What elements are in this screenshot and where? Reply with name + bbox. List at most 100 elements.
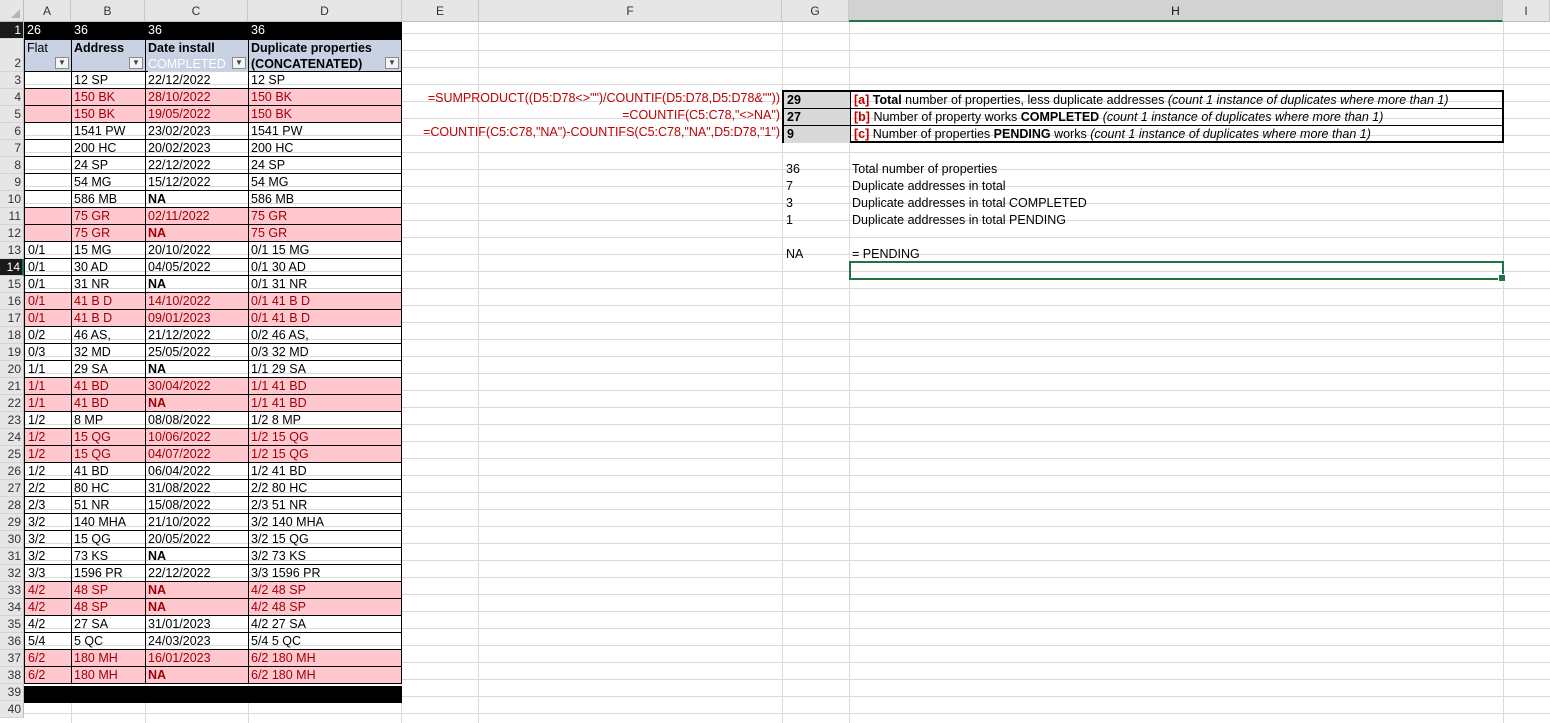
row-header[interactable]: 24	[0, 429, 24, 446]
cell-date[interactable]: 10/06/2022	[145, 429, 249, 446]
row-header[interactable]: 20	[0, 361, 24, 378]
cell-flat[interactable]: 3/2	[24, 548, 72, 565]
cell-date[interactable]: NA	[145, 191, 249, 208]
row-header[interactable]: 2	[0, 39, 24, 72]
cell-flat[interactable]: 1/1	[24, 395, 72, 412]
row-header[interactable]: 34	[0, 599, 24, 616]
cell-flat[interactable]: 4/2	[24, 599, 72, 616]
cell-date[interactable]: 04/07/2022	[145, 446, 249, 463]
cell-flat[interactable]	[24, 208, 72, 225]
cell-dup[interactable]: 0/1 15 MG	[248, 242, 402, 259]
select-all-corner[interactable]	[0, 0, 24, 22]
cell-date[interactable]: 20/05/2022	[145, 531, 249, 548]
cell-flat[interactable]	[24, 106, 72, 123]
row-header[interactable]: 19	[0, 344, 24, 361]
cell-address[interactable]: 30 AD	[71, 259, 146, 276]
summary-value-pending[interactable]: 9	[784, 126, 851, 143]
row-header[interactable]: 8	[0, 157, 24, 174]
count-c1[interactable]: 36	[145, 22, 162, 39]
cell-date[interactable]: 31/01/2023	[145, 616, 249, 633]
cell-dup[interactable]: 75 GR	[248, 225, 402, 242]
cell-dup[interactable]: 3/2 73 KS	[248, 548, 402, 565]
cell-dup[interactable]: 0/3 32 MD	[248, 344, 402, 361]
cell-dup[interactable]: 0/1 41 B D	[248, 293, 402, 310]
row-header[interactable]: 38	[0, 667, 24, 684]
cell-flat[interactable]: 5/4	[24, 633, 72, 650]
stat-label-total[interactable]: Total number of properties	[852, 161, 997, 178]
cell-address[interactable]: 15 QG	[71, 429, 146, 446]
stat-label-dup-total[interactable]: Duplicate addresses in total	[852, 178, 1006, 195]
cell-flat[interactable]: 2/3	[24, 497, 72, 514]
row-header[interactable]: 39	[0, 684, 24, 701]
cell-date[interactable]: 09/01/2023	[145, 310, 249, 327]
total-row-black[interactable]	[24, 686, 402, 703]
row-header[interactable]: 6	[0, 123, 24, 140]
cell-address[interactable]: 27 SA	[71, 616, 146, 633]
cell-address[interactable]: 41 BD	[71, 378, 146, 395]
cell-dup[interactable]: 2/3 51 NR	[248, 497, 402, 514]
cell-date[interactable]: 22/12/2022	[145, 72, 249, 89]
cell-date[interactable]: 15/08/2022	[145, 497, 249, 514]
cell-address[interactable]: 1541 PW	[71, 123, 146, 140]
header-duplicate-properties[interactable]: Duplicate properties (CONCATENATED) ▼	[248, 39, 402, 72]
row-header[interactable]: 23	[0, 412, 24, 429]
cell-dup[interactable]: 1/2 15 QG	[248, 429, 402, 446]
cell-address[interactable]: 5 QC	[71, 633, 146, 650]
cell-flat[interactable]	[24, 140, 72, 157]
cell-dup[interactable]: 4/2 48 SP	[248, 599, 402, 616]
cell-address[interactable]: 150 BK	[71, 106, 146, 123]
cell-dup[interactable]: 200 HC	[248, 140, 402, 157]
cell-address[interactable]: 54 MG	[71, 174, 146, 191]
cell-flat[interactable]: 0/1	[24, 310, 72, 327]
cell-dup[interactable]: 586 MB	[248, 191, 402, 208]
cell-address[interactable]: 200 HC	[71, 140, 146, 157]
cell-dup[interactable]: 6/2 180 MH	[248, 667, 402, 684]
header-address[interactable]: Address ▼	[71, 39, 146, 72]
cell-address[interactable]: 32 MD	[71, 344, 146, 361]
cell-address[interactable]: 8 MP	[71, 412, 146, 429]
count-a1[interactable]: 26	[24, 22, 41, 39]
cell-date[interactable]: 16/01/2023	[145, 650, 249, 667]
cell-flat[interactable]: 0/2	[24, 327, 72, 344]
cell-flat[interactable]: 3/2	[24, 531, 72, 548]
row-header[interactable]: 21	[0, 378, 24, 395]
column-header-e[interactable]: E	[402, 0, 479, 22]
cell-address[interactable]: 1596 PR	[71, 565, 146, 582]
summary-text-pending[interactable]: [c] Number of properties PENDING works (…	[851, 126, 1502, 143]
cell-date[interactable]: 31/08/2022	[145, 480, 249, 497]
cell-date[interactable]: NA	[145, 548, 249, 565]
filter-dropdown-icon[interactable]: ▼	[385, 57, 399, 69]
cell-date[interactable]: 30/04/2022	[145, 378, 249, 395]
cell-address[interactable]: 41 B D	[71, 293, 146, 310]
column-header-h[interactable]: H	[849, 0, 1503, 22]
cell-date[interactable]: 23/02/2023	[145, 123, 249, 140]
cell-date[interactable]: 15/12/2022	[145, 174, 249, 191]
stat-value-dup-completed[interactable]: 3	[786, 195, 793, 212]
cell-date[interactable]: 19/05/2022	[145, 106, 249, 123]
stat-label-dup-completed[interactable]: Duplicate addresses in total COMPLETED	[852, 195, 1087, 212]
cell-dup[interactable]: 3/2 140 MHA	[248, 514, 402, 531]
cell-address[interactable]: 48 SP	[71, 599, 146, 616]
row-header[interactable]: 36	[0, 633, 24, 650]
cell-date[interactable]: 21/10/2022	[145, 514, 249, 531]
row-header[interactable]: 17	[0, 310, 24, 327]
summary-value-completed[interactable]: 27	[784, 109, 851, 126]
column-header-d[interactable]: D	[248, 0, 402, 22]
row-header[interactable]: 37	[0, 650, 24, 667]
cell-dup[interactable]: 1541 PW	[248, 123, 402, 140]
cell-flat[interactable]	[24, 225, 72, 242]
column-header-f[interactable]: F	[479, 0, 782, 22]
cell-address[interactable]: 48 SP	[71, 582, 146, 599]
cell-date[interactable]: NA	[145, 276, 249, 293]
cell-dup[interactable]: 1/1 29 SA	[248, 361, 402, 378]
cell-date[interactable]: NA	[145, 395, 249, 412]
cell-date[interactable]: 06/04/2022	[145, 463, 249, 480]
cell-address[interactable]: 180 MH	[71, 667, 146, 684]
cell-address[interactable]: 46 AS,	[71, 327, 146, 344]
row-header[interactable]: 1	[0, 22, 24, 39]
column-header-g[interactable]: G	[782, 0, 849, 22]
row-header[interactable]: 27	[0, 480, 24, 497]
cell-flat[interactable]	[24, 123, 72, 140]
cell-flat[interactable]: 1/2	[24, 412, 72, 429]
row-header[interactable]: 3	[0, 72, 24, 89]
